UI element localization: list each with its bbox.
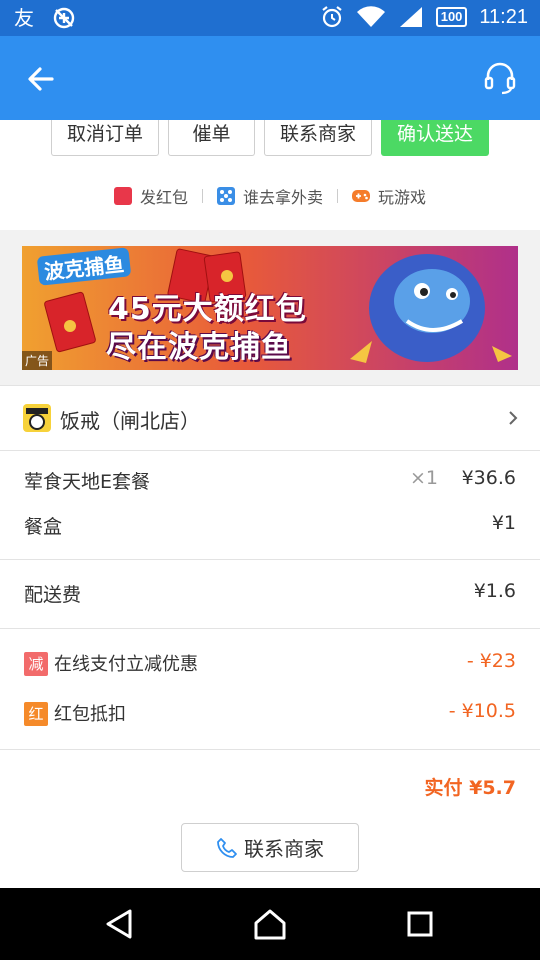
item-qty: ×1 [410, 467, 439, 489]
phone-icon [217, 837, 237, 858]
order-detail-card: 饭戒（闸北店） 荤食天地E套餐 ×1 ¥36.6 餐盒 ¥1 配送费 ¥1.6 … [0, 385, 540, 888]
ad-label: 广告 [22, 351, 53, 370]
shop-row[interactable]: 饭戒（闸北店） [0, 385, 540, 450]
delivery-fee-price: ¥1.6 [473, 580, 516, 602]
clock-time: 11:21 [479, 5, 528, 28]
notification-icon: 友 [14, 6, 34, 30]
list-item: 荤食天地E套餐 ×1 ¥36.6 [0, 467, 540, 499]
order-actions: 取消订单 催单 联系商家 确认送达 发红包 谁去拿外卖 玩游戏 [0, 120, 540, 230]
list-item: 餐盒 ¥1 [0, 512, 540, 544]
discount-row: 减 在线支付立减优惠 - ¥23 [0, 650, 540, 682]
send-red-packet-link[interactable]: 发红包 [113, 184, 188, 208]
urge-order-button[interactable]: 催单 [168, 120, 255, 156]
svg-text:友: 友 [14, 6, 34, 30]
play-game-link[interactable]: 玩游戏 [352, 184, 426, 208]
discount-label: 在线支付立减优惠 [54, 654, 198, 675]
total-row: 实付 ¥5.7 [0, 773, 540, 805]
no-sync-icon [53, 7, 75, 29]
item-price: ¥1 [491, 512, 516, 534]
wifi-icon [356, 6, 385, 28]
chevron-right-icon [509, 411, 518, 425]
headset-icon[interactable] [482, 60, 518, 96]
contact-merchant-button[interactable]: 联系商家 [181, 823, 359, 872]
shop-logo-icon [23, 404, 51, 432]
divider [201, 189, 203, 203]
delivery-fee-label: 配送费 [24, 584, 82, 606]
extra-links: 发红包 谁去拿外卖 玩游戏 [0, 184, 540, 208]
item-price: ¥36.6 [461, 467, 516, 489]
home-icon[interactable] [253, 908, 287, 940]
discount-amount: - ¥10.5 [448, 700, 516, 722]
item-name: 荤食天地E套餐 [24, 471, 151, 493]
confirm-delivery-button[interactable]: 确认送达 [381, 120, 489, 156]
divider [0, 559, 540, 560]
ad-banner[interactable]: 波克捕鱼 45元大额红包 尽在波克捕鱼 广告 [22, 246, 518, 370]
red-packet-icon [113, 187, 132, 205]
dice-icon [216, 187, 235, 205]
who-picks-takeout-link[interactable]: 谁去拿外卖 [216, 184, 323, 208]
divider [337, 189, 338, 203]
divider [0, 450, 540, 451]
recents-icon[interactable] [406, 908, 434, 940]
who-picks-takeout-label: 谁去拿外卖 [242, 188, 323, 207]
contact-merchant-top-button[interactable]: 联系商家 [264, 120, 372, 156]
send-red-packet-label: 发红包 [139, 188, 188, 207]
arrow-left-icon[interactable] [24, 62, 58, 96]
discount-tag: 减 [24, 652, 48, 676]
alarm-icon [322, 6, 342, 28]
cancel-order-button[interactable]: 取消订单 [51, 120, 159, 156]
gamepad-icon [352, 190, 370, 202]
app-bar [0, 36, 540, 120]
banner-subline: 尽在波克捕鱼 [106, 330, 292, 365]
signal-icon [399, 7, 422, 27]
discount-label: 红包抵扣 [54, 704, 126, 725]
battery-icon: 100 [435, 7, 468, 27]
discount-amount: - ¥23 [466, 650, 516, 672]
divider [0, 628, 540, 629]
play-game-label: 玩游戏 [378, 188, 427, 207]
red-packet-tag: 红 [24, 702, 48, 726]
back-triangle-icon[interactable] [104, 908, 134, 940]
item-name: 餐盒 [24, 516, 63, 538]
status-bar: 友 100 11:21 [0, 0, 540, 36]
shop-name: 饭戒（闸北店） [60, 409, 200, 433]
system-nav-bar [0, 888, 540, 960]
delivery-fee-row: 配送费 ¥1.6 [0, 580, 540, 612]
contact-merchant-label: 联系商家 [244, 837, 324, 861]
discount-row: 红 红包抵扣 - ¥10.5 [0, 700, 540, 732]
total-paid: 实付 ¥5.7 [424, 777, 517, 799]
divider [0, 749, 540, 750]
